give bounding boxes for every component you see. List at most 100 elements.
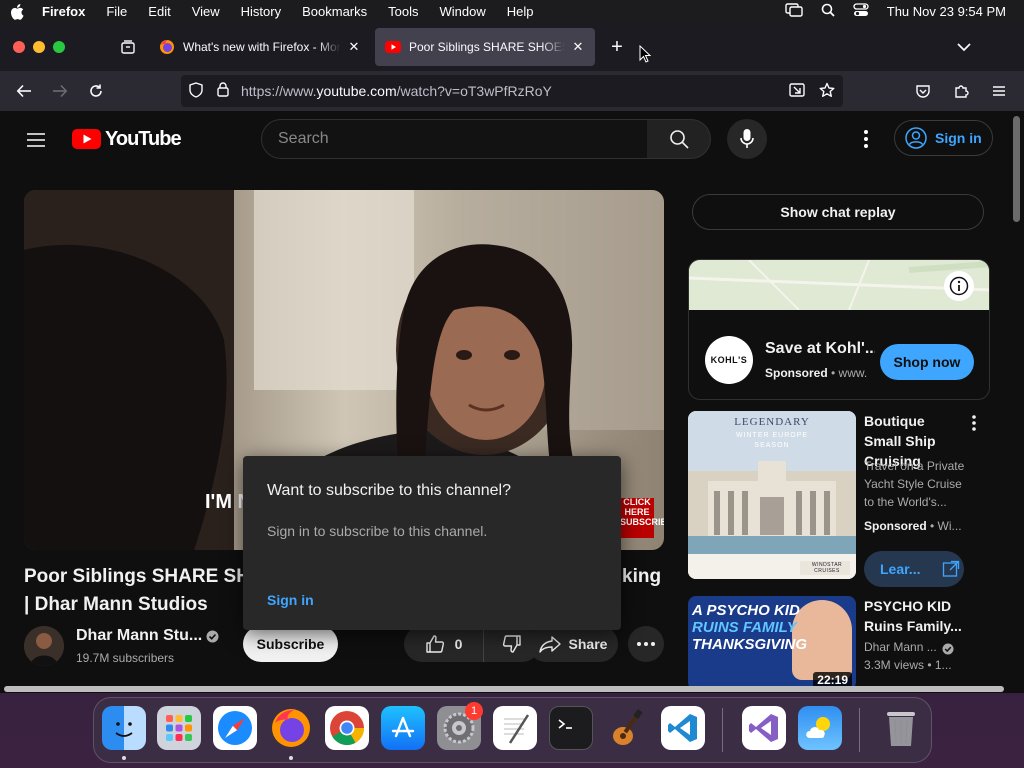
forward-button[interactable] bbox=[45, 76, 75, 106]
url-bar[interactable]: https://www.youtube.com/watch?v=oT3wPfRz… bbox=[181, 75, 843, 107]
external-link-icon bbox=[943, 560, 960, 577]
channel-avatar[interactable] bbox=[24, 626, 64, 666]
dock-separator bbox=[722, 708, 723, 752]
promo-more-vertical-icon[interactable] bbox=[972, 415, 976, 436]
list-all-tabs-chevron-down-icon[interactable] bbox=[954, 37, 974, 57]
tracking-protection-shield-icon[interactable] bbox=[189, 81, 203, 101]
learn-more-label: Lear... bbox=[880, 561, 921, 577]
apple-icon[interactable] bbox=[10, 3, 24, 20]
garageband-icon[interactable] bbox=[605, 706, 649, 750]
spotlight-search-icon[interactable] bbox=[821, 3, 835, 20]
extensions-button[interactable] bbox=[946, 76, 976, 106]
youtube-icon bbox=[385, 39, 401, 55]
terminal-icon[interactable] bbox=[549, 706, 593, 750]
tab-youtube-video[interactable]: Poor Siblings SHARE SHOES for ✕ bbox=[375, 28, 595, 66]
rec-thumbnail[interactable]: A PSYCHO KID RUINS FAMILY THANKSGIVING 2… bbox=[688, 596, 856, 690]
visual-studio-icon[interactable] bbox=[742, 706, 786, 750]
popup-sign-in-link[interactable]: Sign in bbox=[267, 592, 314, 608]
menu-edit[interactable]: Edit bbox=[148, 4, 170, 19]
ad-domain: www. bbox=[838, 366, 868, 380]
minimize-window-button[interactable] bbox=[33, 41, 45, 53]
subscribe-signin-popup: Want to subscribe to this channel? Sign … bbox=[243, 456, 621, 630]
search-icon bbox=[669, 130, 689, 149]
voice-search-button[interactable] bbox=[727, 119, 767, 159]
close-tab-icon[interactable]: ✕ bbox=[571, 39, 585, 55]
weather-icon[interactable] bbox=[798, 706, 842, 750]
menu-tools[interactable]: Tools bbox=[388, 4, 418, 19]
chrome-icon[interactable] bbox=[325, 706, 369, 750]
search-button[interactable] bbox=[647, 119, 711, 159]
youtube-logo[interactable]: YouTube bbox=[72, 128, 182, 150]
finder-icon[interactable] bbox=[102, 706, 146, 750]
rec-thumb-text: A PSYCHO KID RUINS FAMILY THANKSGIVING bbox=[692, 602, 807, 653]
menu-bookmarks[interactable]: Bookmarks bbox=[302, 4, 367, 19]
menu-help[interactable]: Help bbox=[507, 4, 534, 19]
rec-thumb-line2: RUINS FAMILY bbox=[692, 619, 797, 636]
subscribe-button[interactable]: Subscribe bbox=[243, 626, 338, 662]
control-center-icon[interactable] bbox=[853, 3, 869, 20]
promo-thumbnail[interactable]: LEGENDARY WINTER EUROPE SEASON WINDSTAR … bbox=[688, 411, 856, 579]
textedit-icon[interactable] bbox=[493, 706, 537, 750]
shop-now-button[interactable]: Shop now bbox=[880, 344, 974, 380]
close-tab-icon[interactable]: ✕ bbox=[347, 39, 361, 55]
firefox-view-button[interactable] bbox=[113, 32, 143, 62]
app-menu-button[interactable] bbox=[984, 76, 1014, 106]
picture-in-picture-icon[interactable] bbox=[789, 82, 805, 100]
more-actions-horizontal-icon[interactable] bbox=[628, 626, 664, 662]
vscode-icon[interactable] bbox=[661, 706, 705, 750]
promo-sponsored-label: Sponsored bbox=[864, 519, 927, 533]
app-store-icon[interactable] bbox=[381, 706, 425, 750]
guide-menu-icon[interactable] bbox=[24, 128, 48, 152]
tab-firefox-whats-new[interactable]: What's new with Firefox - More ✕ bbox=[149, 28, 371, 66]
channel-name[interactable]: Dhar Mann Stu... bbox=[76, 627, 202, 645]
learn-more-button[interactable]: Lear... bbox=[864, 551, 964, 587]
share-button[interactable]: Share bbox=[528, 626, 618, 662]
firefox-icon bbox=[159, 39, 175, 55]
safari-icon[interactable] bbox=[213, 706, 257, 750]
video-title-line1-tail: king bbox=[622, 566, 662, 587]
new-tab-plus-icon[interactable]: + bbox=[605, 35, 629, 59]
rec-channel[interactable]: Dhar Mann ... bbox=[864, 640, 937, 654]
menu-file[interactable]: File bbox=[106, 4, 127, 19]
pocket-icon bbox=[916, 84, 930, 98]
show-chat-replay-button[interactable]: Show chat replay bbox=[692, 194, 984, 230]
settings-more-vertical-icon[interactable] bbox=[856, 127, 876, 151]
rec-thumb-line1: A PSYCHO KID bbox=[692, 602, 800, 619]
like-button[interactable]: 0 bbox=[404, 626, 484, 662]
ad-title[interactable]: Save at Kohl'... bbox=[765, 340, 875, 358]
promo-thumb-line2: WINTER EUROPE SEASON bbox=[735, 432, 809, 449]
rec-title[interactable]: PSYCHO KID Ruins Family... bbox=[864, 596, 984, 636]
vertical-scrollbar[interactable] bbox=[1013, 116, 1020, 222]
menu-view[interactable]: View bbox=[192, 4, 220, 19]
firefox-dock-icon[interactable] bbox=[269, 706, 313, 750]
bookmark-star-icon[interactable] bbox=[819, 82, 835, 101]
reload-button[interactable] bbox=[81, 76, 111, 106]
system-settings-icon[interactable]: 1 bbox=[437, 702, 483, 750]
macos-dock: 1 bbox=[93, 697, 932, 763]
trash-icon[interactable] bbox=[879, 706, 923, 750]
zoom-window-button[interactable] bbox=[53, 41, 65, 53]
puzzle-piece-icon bbox=[955, 85, 969, 98]
screen-mirror-icon[interactable] bbox=[785, 3, 803, 20]
promo-meta: Sponsored • Wi... bbox=[864, 519, 962, 533]
menu-history[interactable]: History bbox=[241, 4, 281, 19]
click-here-subscribe-graphic: CLICK HERE SUBSCRIBE bbox=[620, 497, 664, 538]
sign-in-button[interactable]: Sign in bbox=[894, 120, 993, 156]
horizontal-scrollbar[interactable] bbox=[4, 686, 1004, 692]
navigation-toolbar: https://www.youtube.com/watch?v=oT3wPfRz… bbox=[0, 71, 1024, 111]
sponsored-promo[interactable]: LEGENDARY WINTER EUROPE SEASON WINDSTAR … bbox=[688, 411, 990, 587]
menu-app-name[interactable]: Firefox bbox=[42, 4, 85, 19]
close-window-button[interactable] bbox=[13, 41, 25, 53]
pocket-button[interactable] bbox=[908, 76, 938, 106]
launchpad-icon[interactable] bbox=[157, 706, 201, 750]
lock-icon[interactable] bbox=[217, 82, 229, 100]
sponsored-ad-card[interactable]: KOHL'S Save at Kohl'... Sponsored • www.… bbox=[688, 259, 990, 400]
back-button[interactable] bbox=[9, 76, 39, 106]
ad-info-icon[interactable] bbox=[944, 271, 974, 301]
recommended-video[interactable]: A PSYCHO KID RUINS FAMILY THANKSGIVING 2… bbox=[688, 596, 990, 690]
search-input[interactable]: Search bbox=[261, 119, 648, 159]
hamburger-menu-icon bbox=[993, 86, 1005, 96]
url-text[interactable]: https://www.youtube.com/watch?v=oT3wPfRz… bbox=[241, 83, 552, 99]
menubar-clock[interactable]: Thu Nov 23 9:54 PM bbox=[887, 4, 1006, 19]
menu-window[interactable]: Window bbox=[440, 4, 486, 19]
